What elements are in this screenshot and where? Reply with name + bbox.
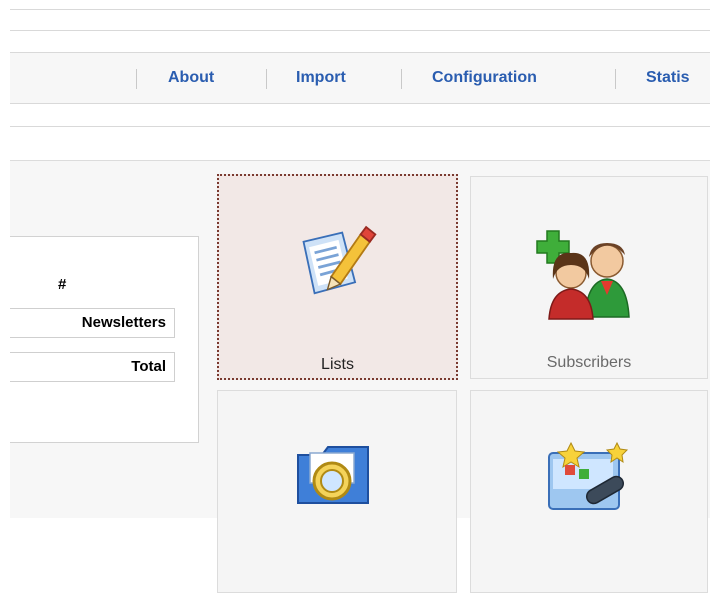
stats-row-newsletters: Newsletters: [10, 308, 175, 338]
nav-toolbar: About Import Configuration Statis: [10, 52, 710, 104]
tile-archive[interactable]: [217, 390, 457, 593]
nav-separator: [401, 69, 402, 89]
tile-label-lists: Lists: [321, 356, 354, 373]
tile-label-subscribers: Subscribers: [546, 354, 632, 371]
nav-separator: [266, 69, 267, 89]
nav-link-configuration[interactable]: Configuration: [432, 69, 537, 87]
stats-header: #: [58, 276, 67, 293]
nav-link-statistics[interactable]: Statis: [646, 69, 690, 87]
stats-box: [10, 236, 199, 443]
nav-link-import[interactable]: Import: [296, 69, 346, 87]
lists-icon: [302, 225, 377, 295]
tile-subscribers[interactable]: Subscribers: [470, 176, 708, 379]
tile-lists[interactable]: Lists: [217, 174, 458, 380]
statistics-icon: [548, 441, 629, 510]
top-divider-1: [10, 9, 710, 10]
nav-link-about[interactable]: About: [168, 69, 214, 87]
nav-separator: [136, 69, 137, 89]
stats-row-total: Total: [10, 352, 175, 382]
folder-search-icon: [297, 446, 369, 504]
mid-divider: [10, 126, 710, 127]
tile-statistics[interactable]: [470, 390, 708, 593]
top-divider-2: [10, 30, 710, 31]
nav-separator: [615, 69, 616, 89]
subscribers-icon: [536, 230, 630, 320]
